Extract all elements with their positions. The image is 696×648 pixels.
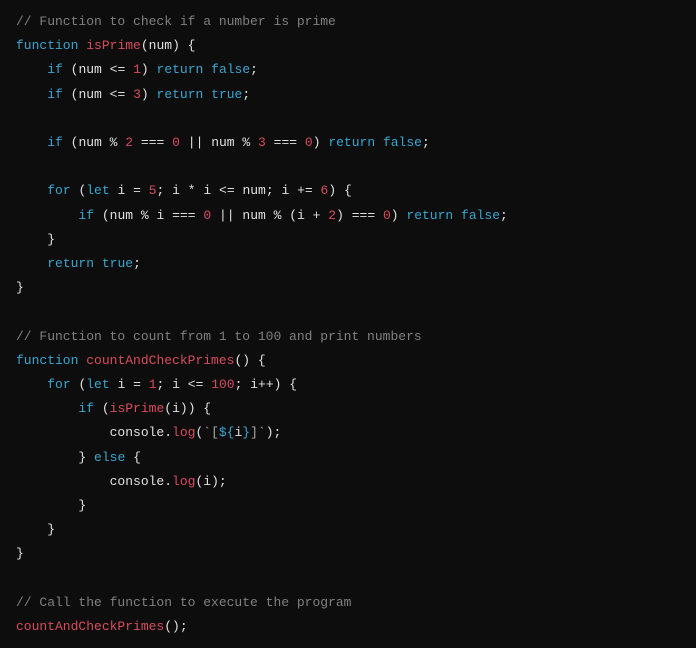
param: num: [149, 38, 172, 53]
keyword-function: function: [16, 38, 78, 53]
comment-line: // Function to check if a number is prim…: [16, 14, 336, 29]
function-name: countAndCheckPrimes: [86, 353, 234, 368]
function-call: countAndCheckPrimes: [16, 619, 164, 634]
comment-line: // Function to count from 1 to 100 and p…: [16, 329, 422, 344]
code-block: // Function to check if a number is prim…: [16, 10, 680, 639]
keyword-if: if: [47, 62, 63, 77]
comment-line: // Call the function to execute the prog…: [16, 595, 351, 610]
function-name: isPrime: [86, 38, 141, 53]
